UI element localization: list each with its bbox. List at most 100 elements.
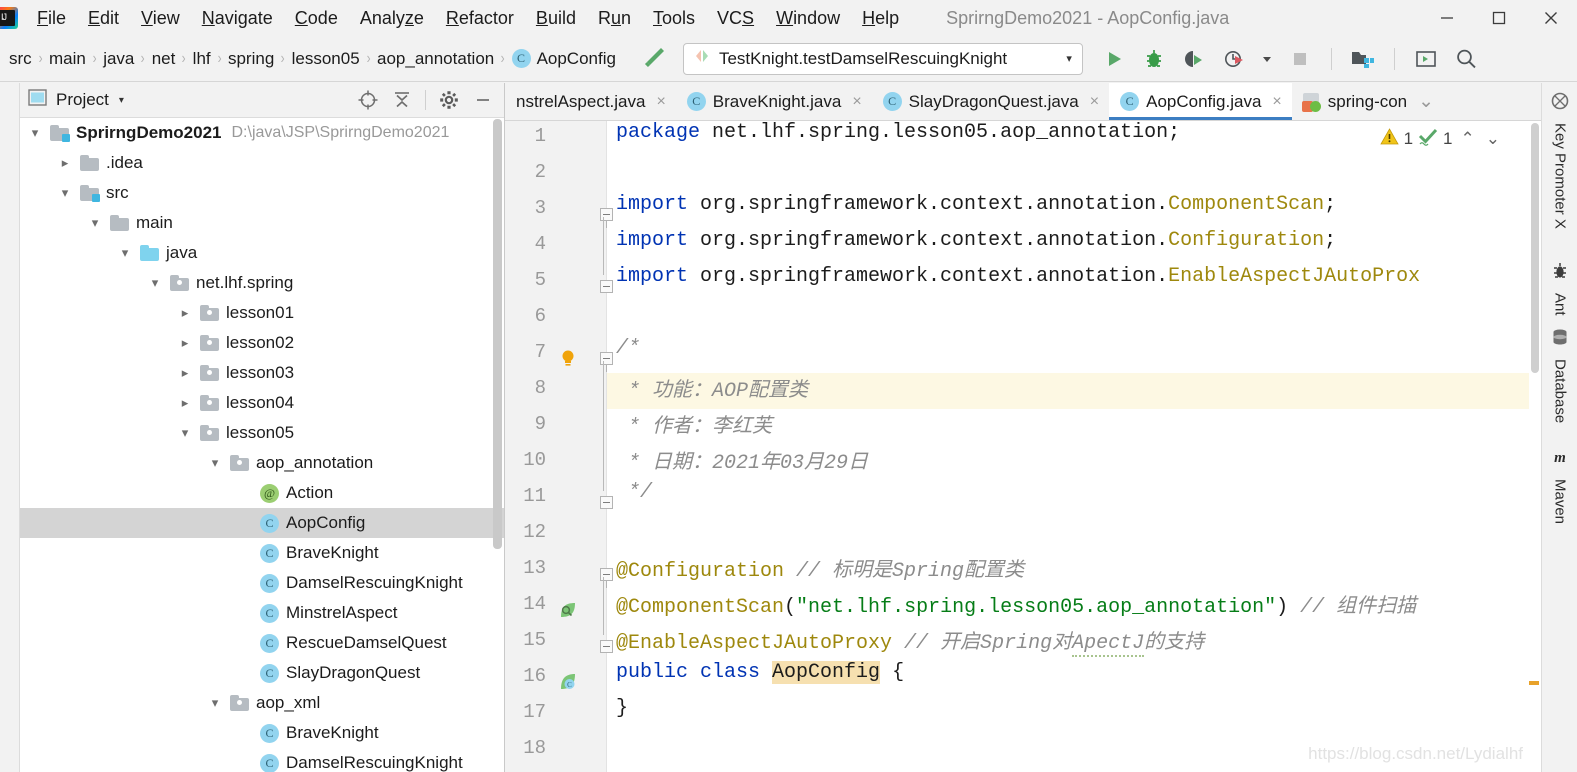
tree-node-braveknight[interactable]: C BraveKnight — [20, 538, 504, 568]
breadcrumb-item-aop_annotation[interactable]: aop_annotation — [374, 47, 497, 71]
tree-node-aopconfig[interactable]: C AopConfig — [20, 508, 504, 538]
menu-run[interactable]: Run — [587, 3, 642, 33]
tree-node-net-lhf-spring[interactable]: ▾ net.lhf.spring — [20, 268, 504, 298]
close-icon[interactable]: × — [852, 93, 861, 111]
chevron-right-icon[interactable]: ▸ — [170, 305, 200, 321]
tree-node-damselrescuingknight[interactable]: C DamselRescuingKnight — [20, 568, 504, 598]
menu-help[interactable]: Help — [851, 3, 910, 33]
right-tab-database[interactable]: Database — [1542, 327, 1577, 423]
editor-tab-aopconfig-java[interactable]: C AopConfig.java × — [1109, 83, 1292, 120]
chevron-right-icon[interactable]: ▸ — [50, 155, 80, 171]
tree-node-src[interactable]: ▾ src — [20, 178, 504, 208]
menu-navigate[interactable]: Navigate — [191, 3, 284, 33]
editor-tab-nstrelaspect-java[interactable]: nstrelAspect.java × — [505, 83, 676, 120]
code-line[interactable] — [616, 157, 1541, 193]
tree-node-aop_xml[interactable]: ▾ aop_xml — [20, 688, 504, 718]
chevron-down-icon[interactable]: ▾ — [20, 125, 50, 141]
tree-node--idea[interactable]: ▸ .idea — [20, 148, 504, 178]
project-structure-button[interactable] — [1348, 44, 1378, 74]
menu-refactor[interactable]: Refactor — [435, 3, 525, 33]
tree-node-damselrescuingknight[interactable]: C DamselRescuingKnight — [20, 748, 504, 772]
code-line[interactable]: @ComponentScan("net.lhf.spring.lesson05.… — [616, 589, 1541, 625]
code-line[interactable]: public class AopConfig { — [616, 661, 1541, 697]
code-line[interactable] — [616, 301, 1541, 337]
code-line[interactable]: import org.springframework.context.annot… — [616, 193, 1541, 229]
run-with-coverage-button[interactable] — [1179, 44, 1209, 74]
breadcrumb-item-net[interactable]: net — [149, 47, 179, 71]
chevron-right-icon[interactable]: ▸ — [170, 335, 200, 351]
minimize-button[interactable] — [1421, 0, 1473, 36]
inspections-widget[interactable]: 1 1 ⌃ ⌄ — [1379, 127, 1503, 151]
tree-node-minstrelaspect[interactable]: C MinstrelAspect — [20, 598, 504, 628]
tree-node-lesson02[interactable]: ▸ lesson02 — [20, 328, 504, 358]
chevron-right-icon[interactable]: ▸ — [170, 365, 200, 381]
code-line[interactable]: */ — [616, 481, 1541, 517]
tree-node-slaydragonquest[interactable]: C SlayDragonQuest — [20, 658, 504, 688]
editor-scrollbar[interactable] — [1529, 121, 1541, 772]
profiler-dropdown[interactable] — [1259, 44, 1275, 74]
code-line[interactable]: * 日期：2021年03月29日 — [616, 445, 1541, 481]
chevron-down-icon[interactable]: ▾ — [110, 245, 140, 261]
profiler-button[interactable] — [1219, 44, 1249, 74]
code-line[interactable]: * 作者：李红芙 — [616, 409, 1541, 445]
code-lines[interactable]: package net.lhf.spring.lesson05.aop_anno… — [607, 121, 1541, 772]
project-tree-scrollbar[interactable] — [493, 119, 502, 549]
tree-node-aop_annotation[interactable]: ▾ aop_annotation — [20, 448, 504, 478]
code-line[interactable]: import org.springframework.context.annot… — [616, 229, 1541, 265]
breadcrumb-item-src[interactable]: src — [6, 47, 35, 71]
collapse-all-button[interactable] — [387, 85, 417, 115]
right-tab-maven[interactable]: m Maven — [1542, 447, 1577, 524]
debug-button[interactable] — [1139, 44, 1169, 74]
breadcrumb-item-spring[interactable]: spring — [225, 47, 277, 71]
close-icon[interactable]: × — [656, 93, 665, 111]
chevron-down-icon[interactable]: ▾ — [80, 215, 110, 231]
chevron-down-icon[interactable]: ▾ — [1066, 52, 1072, 65]
menu-window[interactable]: Window — [765, 3, 851, 33]
spring-bean-icon[interactable]: C — [557, 671, 579, 693]
tree-node-action[interactable]: @ Action — [20, 478, 504, 508]
lightbulb-icon[interactable] — [557, 347, 579, 369]
code-line[interactable]: } — [616, 697, 1541, 733]
editor-tab-spring-con[interactable]: spring-con ⌄ — [1292, 83, 1444, 120]
code-line[interactable]: import org.springframework.context.annot… — [616, 265, 1541, 301]
chevron-down-icon[interactable]: ▾ — [200, 695, 230, 711]
code-line[interactable]: * 功能：AOP配置类 — [616, 373, 1541, 409]
editor-scrollbar-thumb[interactable] — [1531, 123, 1539, 373]
menu-vcs[interactable]: VCS — [706, 3, 765, 33]
breadcrumb-item-java[interactable]: java — [100, 47, 137, 71]
tree-node-main[interactable]: ▾ main — [20, 208, 504, 238]
close-icon[interactable]: × — [1272, 93, 1281, 111]
code-editor[interactable]: 1 2 3 4 5 6 7 8 9 10 11 12 13 14 15 16 C 17 18 package net… — [505, 121, 1541, 772]
project-tree[interactable]: ▾ SprirngDemo2021 D:\java\JSP\SprirngDemo2… — [20, 118, 504, 772]
menu-tools[interactable]: Tools — [642, 3, 706, 33]
menu-code[interactable]: Code — [284, 3, 349, 33]
code-line[interactable]: @EnableAspectJAutoProxy // 开启Spring对Apec… — [616, 625, 1541, 661]
tree-node-braveknight[interactable]: C BraveKnight — [20, 718, 504, 748]
run-button[interactable] — [1099, 44, 1129, 74]
menu-file[interactable]: File — [26, 3, 77, 33]
chevron-down-icon[interactable]: ▾ — [50, 185, 80, 201]
gear-icon[interactable] — [434, 85, 464, 115]
next-problem-button[interactable]: ⌄ — [1483, 129, 1503, 149]
tree-node-rescuedamselquest[interactable]: C RescueDamselQuest — [20, 628, 504, 658]
breadcrumb[interactable]: src › main › java › net › lhf › spring › lesson05 › ao… — [0, 47, 619, 71]
make-project-button[interactable] — [641, 42, 669, 75]
editor-tab-braveknight-java[interactable]: C BraveKnight.java × — [676, 83, 872, 120]
right-tab-ant[interactable]: Ant — [1542, 261, 1577, 316]
code-line[interactable]: @Configuration // 标明是Spring配置类 — [616, 553, 1541, 589]
chevron-down-icon[interactable]: ▾ — [200, 455, 230, 471]
close-button[interactable] — [1525, 0, 1577, 36]
tree-node-lesson05[interactable]: ▾ lesson05 — [20, 418, 504, 448]
breadcrumb-item-aopconfig[interactable]: C AopConfig — [509, 47, 619, 71]
breadcrumb-item-lhf[interactable]: lhf — [190, 47, 214, 71]
search-everywhere-button[interactable] — [1451, 44, 1481, 74]
menu-build[interactable]: Build — [525, 3, 587, 33]
hide-panel-button[interactable] — [468, 85, 498, 115]
menu-view[interactable]: View — [130, 3, 191, 33]
chevron-right-icon[interactable]: ▸ — [170, 395, 200, 411]
chevron-down-icon[interactable]: ▾ — [140, 275, 170, 291]
breadcrumb-item-main[interactable]: main — [46, 47, 89, 71]
tree-node-lesson03[interactable]: ▸ lesson03 — [20, 358, 504, 388]
editor-gutter[interactable]: 1 2 3 4 5 6 7 8 9 10 11 12 13 14 15 16 C 17 18 — [505, 121, 613, 772]
select-opened-file-button[interactable] — [353, 85, 383, 115]
